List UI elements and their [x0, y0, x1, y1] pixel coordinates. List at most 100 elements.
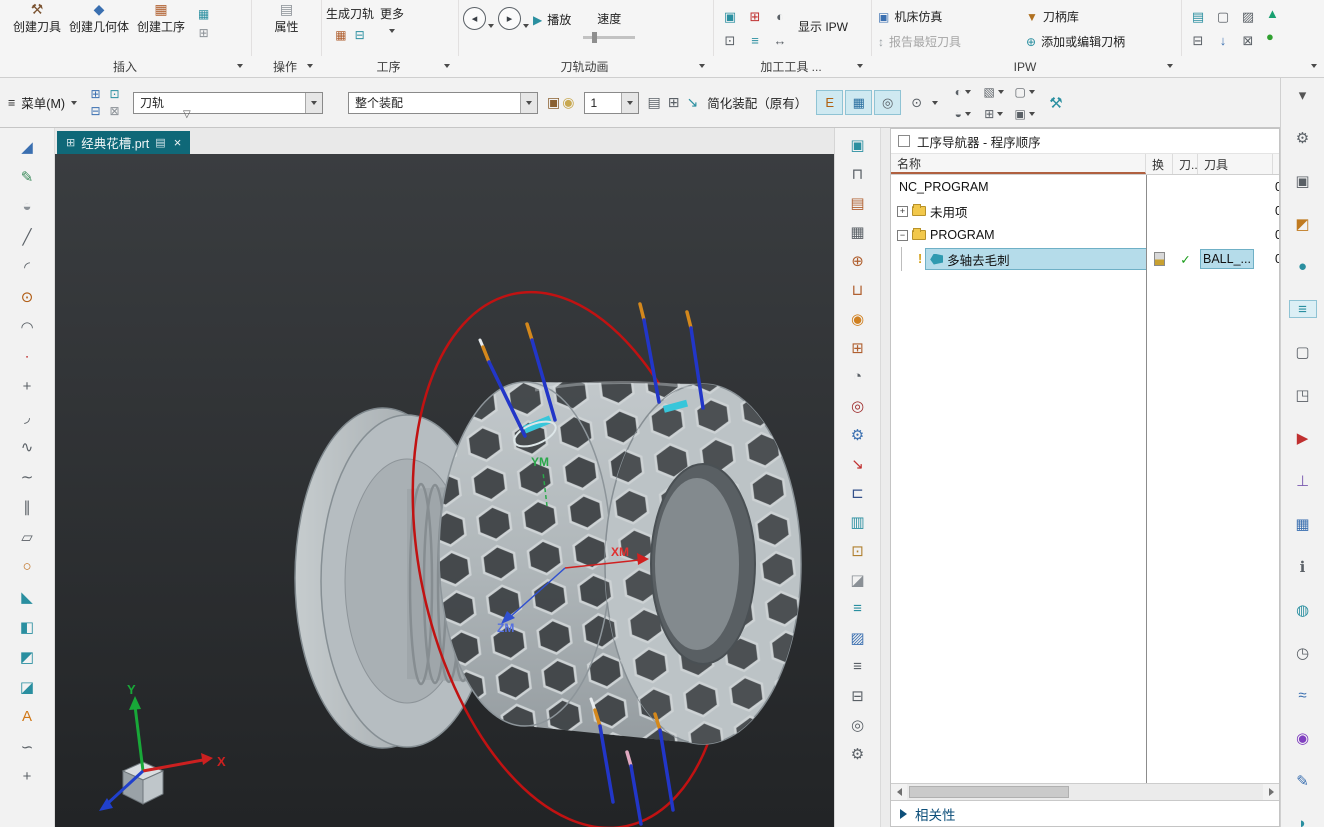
gear-edit-icon[interactable]: ⚙: [845, 745, 871, 763]
spline-icon[interactable]: ∿: [14, 438, 40, 456]
chevron-down-icon[interactable]: [307, 64, 313, 68]
tools-icon[interactable]: ⚒: [1049, 94, 1062, 112]
box-add-icon[interactable]: ⊞: [845, 339, 871, 357]
play-button[interactable]: ▶ 播放: [533, 7, 571, 28]
chevron-down-icon[interactable]: [699, 64, 705, 68]
add-edit-holder-button[interactable]: ⊕ 添加或编辑刀柄: [1024, 29, 1182, 54]
parts-icon[interactable]: ▣: [1289, 172, 1317, 190]
profile-icon[interactable]: ◢: [14, 138, 40, 156]
chevron-down-icon[interactable]: [444, 64, 450, 68]
minus-box-icon[interactable]: ⊟: [1186, 29, 1210, 52]
select-filter-icon[interactable]: ⊞: [86, 86, 105, 103]
viewbox-icon[interactable]: ◳: [1289, 386, 1317, 404]
line-icon[interactable]: ╱: [14, 228, 40, 246]
speed-slider[interactable]: [583, 32, 636, 43]
filter-funnel-icon[interactable]: ▽: [183, 109, 191, 120]
target-icon[interactable]: ◎: [845, 716, 871, 734]
color-wheel-icon[interactable]: ◉: [1289, 729, 1317, 747]
zoom-check-icon[interactable]: ⊙: [903, 90, 930, 115]
assembly-icon[interactable]: ▣: [845, 136, 871, 154]
column-header-change[interactable]: 换: [1146, 154, 1173, 174]
column-header-toolpath[interactable]: 刀...: [1173, 154, 1198, 174]
worksheet-icon[interactable]: ▥: [845, 513, 871, 531]
plane-icon[interactable]: ◧: [14, 618, 40, 636]
shade-icon[interactable]: ▨: [1236, 5, 1260, 28]
grid-view-icon[interactable]: ⊞: [978, 103, 1009, 125]
skip-to-end-button[interactable]: ▸: [498, 7, 529, 30]
table-row-selected[interactable]: ! 多轴去毛刺 ✓ BALL_... 0: [891, 247, 1279, 271]
vector-icon[interactable]: ▶: [1289, 429, 1317, 447]
download-icon[interactable]: ↓: [1211, 29, 1235, 52]
panel-resize-gutter[interactable]: [880, 128, 890, 827]
viewport-3d-scene[interactable]: XM YM ZM Y X: [55, 154, 834, 827]
roles-icon[interactable]: ●: [1289, 258, 1317, 275]
settings-gear-icon[interactable]: ⚙: [1289, 129, 1317, 147]
polygon-icon[interactable]: ▱: [14, 528, 40, 546]
chevron-down-icon[interactable]: [488, 24, 494, 28]
arc-icon[interactable]: ◜: [14, 258, 40, 276]
show-2d-icon[interactable]: ▦: [845, 90, 873, 115]
plus-icon[interactable]: +: [14, 378, 40, 395]
ellipse-icon[interactable]: ○: [14, 558, 40, 575]
holder-library-button[interactable]: ▼ 刀柄库: [1024, 4, 1182, 29]
group-label-animation[interactable]: 刀轨动画: [457, 56, 712, 77]
palette-icon[interactable]: ▨: [845, 629, 871, 647]
fillet-icon[interactable]: ◞: [14, 408, 40, 426]
probe-tool-icon[interactable]: ⊡: [718, 29, 742, 52]
annotate-icon[interactable]: ✎: [1289, 772, 1317, 790]
show-ipw-button[interactable]: 显示 IPW: [798, 1, 848, 35]
chevron-down-icon[interactable]: [1167, 64, 1173, 68]
list-icon[interactable]: ≡: [845, 658, 871, 675]
history-icon[interactable]: ◷: [1289, 644, 1317, 662]
grid-blue-icon[interactable]: ▦: [1289, 515, 1317, 533]
expand-icon[interactable]: +: [897, 205, 908, 217]
scrollbar-thumb[interactable]: [909, 786, 1069, 798]
add-icon[interactable]: +: [14, 768, 40, 785]
chamfer-icon[interactable]: ◣: [14, 588, 40, 606]
wire-icon[interactable]: ⊠: [105, 103, 124, 120]
dial-icon[interactable]: ◔: [845, 368, 871, 385]
clipboard-icon[interactable]: ▣: [547, 94, 560, 111]
generate-toolpath-button[interactable]: 生成刀轨 ▦ ⊟: [326, 1, 374, 41]
group-label-insert[interactable]: 插入: [0, 56, 250, 77]
conic-icon[interactable]: ◠: [14, 318, 40, 336]
properties-button[interactable]: ▤ 属性: [256, 1, 317, 35]
web-icon[interactable]: ◍: [1289, 601, 1317, 619]
create-tool-button[interactable]: ⚒ 创建刀具: [6, 1, 68, 35]
face-view-icon[interactable]: ▢: [1009, 81, 1040, 103]
vise-icon[interactable]: ⊔: [845, 281, 871, 299]
snap-icon[interactable]: ⊡: [105, 86, 124, 103]
collapse-icon[interactable]: −: [897, 229, 908, 241]
swap-icon[interactable]: ↔: [768, 29, 792, 52]
part-tab[interactable]: ⊞ 经典花槽.prt ▤ ×: [57, 131, 191, 154]
prism-icon[interactable]: ▲: [1266, 6, 1279, 21]
fixture-icon[interactable]: ⊏: [845, 484, 871, 502]
clamp-icon[interactable]: ⊓: [845, 165, 871, 183]
chevron-down-icon[interactable]: [1311, 64, 1317, 68]
column-divider[interactable]: [1146, 175, 1147, 783]
parallel-icon[interactable]: ∥: [14, 498, 40, 516]
sketch-icon[interactable]: ✎: [14, 168, 40, 186]
group-label-operate[interactable]: 操作: [250, 56, 320, 77]
toolpath-list-icon[interactable]: ▦: [335, 29, 346, 41]
create-operation-button[interactable]: ▦ 创建工序: [130, 1, 192, 35]
panel-caret-icon[interactable]: ▾: [1289, 86, 1317, 104]
range-combobox[interactable]: 1: [583, 91, 639, 114]
box-view-icon[interactable]: ▣: [1009, 103, 1040, 125]
chevron-down-icon[interactable]: [523, 24, 529, 28]
wheel-icon[interactable]: ◎: [845, 397, 871, 415]
close-icon[interactable]: ×: [174, 135, 182, 150]
more-button[interactable]: 更多: [380, 1, 404, 33]
chevron-down-icon[interactable]: [932, 100, 939, 105]
probe-icon[interactable]: ↘: [845, 455, 871, 473]
navigator-hscrollbar[interactable]: [891, 783, 1279, 800]
eraser-icon[interactable]: ◪: [845, 571, 871, 589]
table-row[interactable]: + 未用项 0: [891, 199, 1279, 223]
add-stock-icon[interactable]: ⊕: [845, 252, 871, 270]
dependencies-section[interactable]: 相关性: [891, 800, 1279, 826]
skip-to-start-button[interactable]: ◂: [463, 7, 494, 30]
window-icon[interactable]: ▢: [1211, 5, 1235, 28]
gauge-icon[interactable]: ▦: [845, 223, 871, 241]
layers-icon[interactable]: ▤: [845, 194, 871, 212]
assembly-scope-combobox[interactable]: 整个装配: [348, 91, 539, 114]
